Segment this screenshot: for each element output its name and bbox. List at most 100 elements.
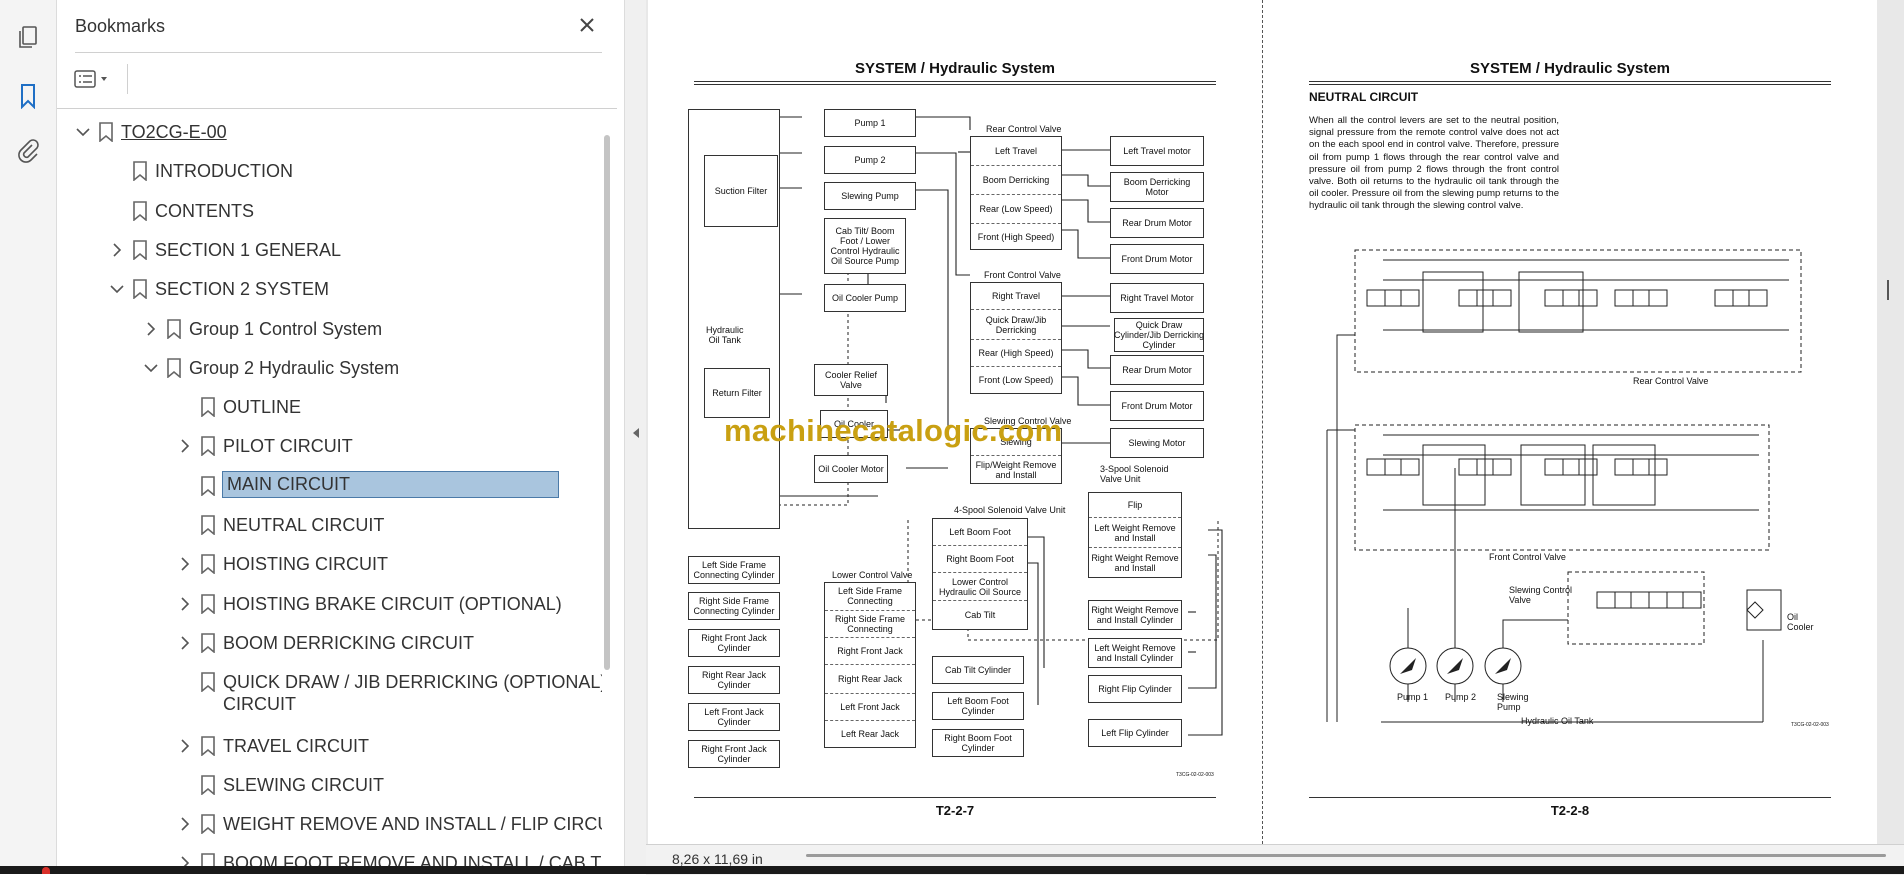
bookmark-item[interactable]: Group 2 Hydraulic System xyxy=(57,350,602,386)
diagram-label: 3-Spool Solenoid Valve Unit xyxy=(1100,464,1169,484)
valve-section: Left Weight Remove and Install xyxy=(1089,518,1181,548)
valve-section: Right Side Frame Connecting xyxy=(825,611,915,638)
bookmark-item[interactable]: TRAVEL CIRCUIT xyxy=(57,728,602,764)
bookmark-icon xyxy=(200,774,216,796)
bookmark-label: SECTION 1 GENERAL xyxy=(155,239,342,260)
diagram-box: Return Filter xyxy=(704,368,770,418)
bookmark-icon xyxy=(200,397,216,418)
bookmark-label: TO2CG-E-00 xyxy=(121,122,227,142)
bookmark-label: SLEWING CIRCUIT xyxy=(223,774,385,795)
bookmark-icon xyxy=(200,436,216,458)
bookmark-label: HOISTING CIRCUIT xyxy=(223,554,388,575)
bookmark-item[interactable]: BOOM DERRICKING CIRCUIT xyxy=(57,625,602,661)
bookmark-tree: TO2CG-E-00 INTRODUCTION CONTENTS SECTION 1 … xyxy=(57,114,602,874)
chevron-right-icon[interactable] xyxy=(177,634,193,652)
bookmark-icon xyxy=(132,161,148,183)
panel-splitter[interactable] xyxy=(624,0,647,874)
diagram-box: Oil Cooler Motor xyxy=(814,455,888,483)
diagram-box: Front Drum Motor xyxy=(1110,244,1204,274)
bookmark-item[interactable]: INTRODUCTION xyxy=(57,153,602,189)
bookmark-item[interactable]: WEIGHT REMOVE AND INSTALL / FLIP CIRCUIT xyxy=(57,806,602,842)
collapse-panel-icon[interactable] xyxy=(631,425,641,441)
bookmark-icon xyxy=(200,554,216,576)
diagram-box: Cooler Relief Valve xyxy=(814,364,888,396)
bookmark-item[interactable]: QUICK DRAW / JIB DERRICKING (OPTIONAL) CI… xyxy=(57,664,602,714)
watermark: machinecatalogic.com xyxy=(724,413,1063,448)
bookmark-item[interactable]: Group 1 Control System xyxy=(57,311,602,347)
bookmark-item[interactable]: SECTION 1 GENERAL xyxy=(57,232,602,268)
bookmark-label: PILOT CIRCUIT xyxy=(223,436,353,457)
diagram-box: Quick Draw Cylinder/Jib Derricking Cylin… xyxy=(1113,318,1205,352)
valve-section: Rear (Low Speed) xyxy=(971,195,1061,224)
vertical-scrollbar-thumb[interactable] xyxy=(1887,280,1889,300)
bookmark-icon[interactable] xyxy=(12,80,44,112)
bookmark-item[interactable]: TO2CG-E-00 xyxy=(57,114,602,150)
tree-scrollbar-thumb[interactable] xyxy=(604,135,610,670)
diagram-box: Left Boom Foot Cylinder xyxy=(932,692,1024,720)
bookmark-label: Group 2 Hydraulic System xyxy=(189,357,400,378)
diagram-label: Oil Cooler xyxy=(1787,612,1814,632)
diagram-label: Front Control Valve xyxy=(984,270,1061,280)
list-options-icon[interactable] xyxy=(73,64,117,94)
bookmark-icon xyxy=(200,633,216,654)
diagram-box: Left Front Jack Cylinder xyxy=(688,703,780,731)
chevron-down-icon[interactable] xyxy=(109,280,125,298)
valve-section: Flip xyxy=(1089,493,1181,518)
diagram-box: Slewing Motor xyxy=(1110,428,1204,458)
diagram-label: Rear Control Valve xyxy=(1633,376,1709,386)
bookmark-item[interactable]: HOISTING CIRCUIT xyxy=(57,546,602,582)
panel-title: Bookmarks xyxy=(75,16,166,36)
diagram-box: Right Travel Quick Draw/Jib Derricking R… xyxy=(970,282,1062,394)
chevron-right-icon[interactable] xyxy=(109,241,125,259)
diagram-box: Suction Filter xyxy=(704,155,778,227)
chevron-right-icon[interactable] xyxy=(177,815,193,833)
bookmark-item[interactable]: PILOT CIRCUIT xyxy=(57,428,602,464)
bookmark-label: CONTENTS xyxy=(155,200,254,221)
valve-section: Front (High Speed) xyxy=(977,231,1055,242)
diagram-box: Right Side Frame Connecting Cylinder xyxy=(688,592,780,620)
horizontal-scrollbar[interactable] xyxy=(806,854,1886,857)
bookmark-icon xyxy=(98,122,114,143)
diagram-label: Slewing Control Valve xyxy=(1509,585,1573,605)
diagram-box: Left Side Frame Connecting Right Side Fr… xyxy=(824,582,916,748)
bookmark-item[interactable]: OUTLINE xyxy=(57,389,602,425)
chevron-down-icon[interactable] xyxy=(75,123,91,141)
page-size-readout: 8,26 x 11,69 in xyxy=(672,851,763,867)
diagram-box: Left Travel motor xyxy=(1110,136,1204,166)
vertical-scrollbar[interactable] xyxy=(1882,0,1904,844)
chevron-right-icon[interactable] xyxy=(177,437,193,455)
diagram-label: Front Control Valve xyxy=(1489,552,1566,562)
diagram-label: Hydraulic Oil Tank xyxy=(706,325,744,345)
footer-rule xyxy=(1309,797,1831,798)
document-view[interactable]: SYSTEM / Hydraulic System Suction Filter… xyxy=(646,0,1904,875)
bookmark-item[interactable]: CONTENTS xyxy=(57,193,602,229)
taskbar-app-icon[interactable] xyxy=(42,867,50,874)
bookmark-icon xyxy=(166,357,182,379)
diagram-label: Pump 1 xyxy=(1397,692,1429,702)
bookmark-icon xyxy=(132,279,148,300)
pages-icon[interactable] xyxy=(12,22,44,54)
bookmark-item[interactable]: SLEWING CIRCUIT xyxy=(57,767,602,803)
chevron-right-icon[interactable] xyxy=(177,595,193,613)
bookmark-label: INTRODUCTION xyxy=(155,161,293,182)
bookmark-item[interactable]: NEUTRAL CIRCUIT xyxy=(57,507,602,543)
bookmark-label: HOISTING BRAKE CIRCUIT (OPTIONAL) xyxy=(223,593,562,614)
chevron-right-icon[interactable] xyxy=(177,555,193,573)
valve-section: Cab Tilt xyxy=(964,610,996,620)
bookmark-label: QUICK DRAW / JIB DERRICKING (OPTIONAL) xyxy=(223,672,602,693)
chevron-down-icon[interactable] xyxy=(143,359,159,377)
valve-section: Left Travel xyxy=(971,137,1061,166)
bookmark-item[interactable]: MAIN CIRCUIT xyxy=(57,468,602,504)
diagram-box: Left Travel Boom Derricking Rear (Low Sp… xyxy=(970,136,1062,250)
chevron-right-icon[interactable] xyxy=(143,320,159,338)
bookmark-item[interactable]: HOISTING BRAKE CIRCUIT (OPTIONAL) xyxy=(57,586,602,622)
bookmark-icon xyxy=(200,735,216,757)
valve-section: Rear (High Speed) xyxy=(971,340,1061,367)
attachment-icon[interactable] xyxy=(12,136,44,168)
chevron-right-icon[interactable] xyxy=(177,737,193,755)
bookmark-icon xyxy=(200,593,216,615)
close-icon[interactable] xyxy=(574,12,600,38)
bookmark-item[interactable]: SECTION 2 SYSTEM xyxy=(57,271,602,307)
bookmark-label: OUTLINE xyxy=(223,397,302,418)
taskbar xyxy=(0,866,1904,874)
